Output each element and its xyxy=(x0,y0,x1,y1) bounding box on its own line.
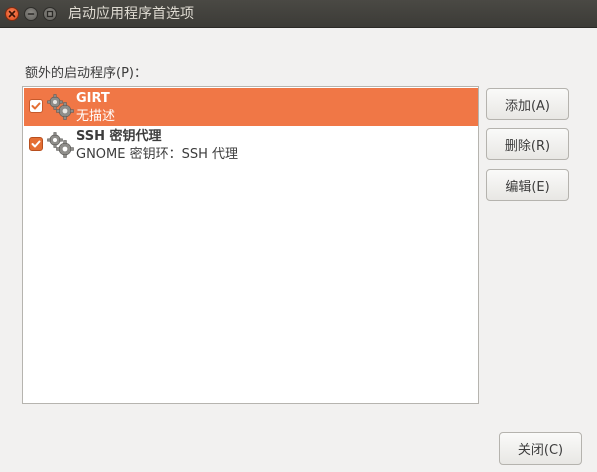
enable-checkbox[interactable] xyxy=(29,99,43,113)
gears-icon xyxy=(47,132,74,158)
title-bar[interactable]: 启动应用程序首选项 xyxy=(0,0,597,28)
startup-programs-list[interactable]: GIRT 无描述 SSH 密钥代理 GNOME 密钥环：SSH 代理 xyxy=(22,86,479,404)
program-description: 无描述 xyxy=(76,109,116,124)
edit-button[interactable]: 编辑(E) xyxy=(486,169,569,201)
minimize-icon xyxy=(27,13,35,15)
check-icon xyxy=(31,102,41,110)
gears-icon xyxy=(47,94,74,120)
maximize-icon xyxy=(46,10,54,18)
list-item[interactable]: GIRT 无描述 xyxy=(24,88,478,126)
close-icon xyxy=(8,10,16,18)
window-close-button[interactable] xyxy=(5,7,19,21)
program-description: GNOME 密钥环：SSH 代理 xyxy=(76,147,239,162)
program-name: GIRT xyxy=(76,91,110,106)
remove-button[interactable]: 删除(R) xyxy=(486,128,569,160)
check-icon xyxy=(31,140,41,148)
close-button[interactable]: 关闭(C) xyxy=(499,432,582,465)
startup-applications-window: 启动应用程序首选项 额外的启动程序(P)： GIRT 无描述 SSH 密钥代理 … xyxy=(0,0,597,472)
list-item[interactable]: SSH 密钥代理 GNOME 密钥环：SSH 代理 xyxy=(24,126,478,162)
window-maximize-button[interactable] xyxy=(43,7,57,21)
enable-checkbox[interactable] xyxy=(29,137,43,151)
program-name: SSH 密钥代理 xyxy=(76,129,162,144)
startup-programs-label: 额外的启动程序(P)： xyxy=(25,66,147,81)
window-title: 启动应用程序首选项 xyxy=(68,6,194,22)
window-minimize-button[interactable] xyxy=(24,7,38,21)
add-button[interactable]: 添加(A) xyxy=(486,88,569,120)
